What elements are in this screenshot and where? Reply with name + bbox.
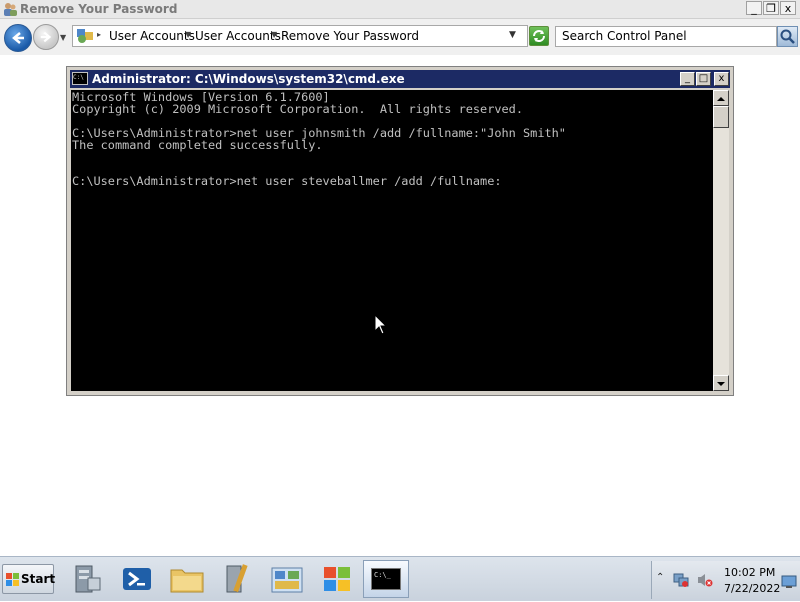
- cmd-title: Administrator: C:\Windows\system32\cmd.e…: [92, 72, 405, 86]
- control-panel-titlebar: Remove Your Password _ ❐ x: [0, 0, 800, 19]
- taskbar-explorer[interactable]: [164, 560, 210, 598]
- control-panel-icon: [271, 567, 303, 593]
- cmd-taskbar-label: C:\_: [374, 571, 391, 579]
- taskbar-server-manager[interactable]: [64, 560, 110, 598]
- clock-date[interactable]: 7/22/2022: [724, 582, 780, 595]
- cmd-close-button[interactable]: x: [714, 72, 729, 86]
- refresh-button[interactable]: [529, 26, 549, 46]
- powershell-icon: [123, 568, 151, 590]
- arrow-down-icon: [717, 382, 725, 386]
- breadcrumb-user-accounts-2[interactable]: User Accounts: [195, 29, 281, 43]
- arrow-left-icon: [12, 32, 24, 44]
- admin-tools-icon: [226, 564, 248, 593]
- cmd-maximize-button[interactable]: □: [696, 72, 711, 86]
- recent-pages-dropdown[interactable]: ▼: [60, 33, 66, 42]
- taskbar-control-panel[interactable]: [264, 560, 310, 598]
- cmd-titlebar[interactable]: C:\ Administrator: C:\Windows\system32\c…: [70, 70, 730, 88]
- cmd-window[interactable]: C:\ Administrator: C:\Windows\system32\c…: [66, 66, 734, 396]
- scroll-down-button[interactable]: [713, 375, 729, 391]
- network-icon[interactable]: [672, 572, 690, 588]
- folder-icon: [170, 569, 204, 593]
- system-tray: ⌃ 10:02 PM 7/22/2022: [651, 561, 800, 599]
- console-line: The command completed successfully.: [72, 138, 323, 152]
- taskbar-admin-tools[interactable]: [214, 560, 260, 598]
- cmd-icon: C:\: [72, 72, 88, 85]
- breadcrumb-remove-password[interactable]: Remove Your Password: [281, 29, 419, 43]
- address-bar[interactable]: ▸ User Accounts ▼ User Accounts ▼ Remove…: [72, 25, 528, 47]
- server-manager-icon: [75, 565, 101, 593]
- start-button[interactable]: Start: [2, 564, 56, 594]
- taskbar-powershell[interactable]: [114, 560, 160, 598]
- clock-time[interactable]: 10:02 PM: [724, 566, 775, 579]
- minimize-button[interactable]: _: [746, 1, 762, 15]
- console-input-line[interactable]: C:\Users\Administrator>net user stevebal…: [72, 175, 502, 187]
- back-button[interactable]: [4, 24, 32, 52]
- close-button[interactable]: x: [780, 1, 796, 15]
- windows-logo-icon: [324, 567, 350, 591]
- control-panel-icon: [77, 29, 93, 43]
- cmd-vertical-scrollbar[interactable]: [713, 90, 729, 391]
- search-button[interactable]: [777, 26, 798, 47]
- console-output[interactable]: Microsoft Windows [Version 6.1.7600] Cop…: [71, 90, 713, 391]
- cmd-taskbar-icon: C:\_: [371, 568, 401, 590]
- refresh-icon: [533, 30, 545, 42]
- taskbar-windows-media[interactable]: [314, 560, 360, 598]
- address-dropdown[interactable]: ▼: [509, 30, 516, 40]
- show-desktop-icon[interactable]: [781, 575, 797, 589]
- cmd-minimize-button[interactable]: _: [680, 72, 695, 86]
- arrow-right-icon: [40, 31, 52, 43]
- mouse-cursor-icon: [374, 314, 388, 335]
- breadcrumb-separator[interactable]: ▼: [271, 30, 277, 39]
- breadcrumb-separator[interactable]: ▼: [185, 30, 191, 39]
- forward-button[interactable]: [33, 24, 59, 50]
- console-line: Copyright (c) 2009 Microsoft Corporation…: [72, 102, 524, 116]
- search-placeholder: Search Control Panel: [562, 29, 687, 43]
- breadcrumb-separator[interactable]: ▸: [97, 30, 101, 39]
- start-label: Start: [21, 572, 56, 586]
- scroll-up-button[interactable]: [713, 90, 729, 106]
- navigation-bar: ▼ ▸ User Accounts ▼ User Accounts ▼ Remo…: [0, 19, 800, 55]
- windows-flag-icon: [6, 573, 19, 586]
- arrow-up-icon: [717, 97, 725, 101]
- breadcrumb-user-accounts[interactable]: User Accounts: [109, 29, 195, 43]
- restore-button[interactable]: ❐: [763, 1, 779, 15]
- show-hidden-icons-button[interactable]: ⌃: [656, 572, 664, 583]
- search-input[interactable]: Search Control Panel: [555, 26, 777, 47]
- taskbar: Start C:\_ ⌃ 10:02 PM 7/22/2022: [0, 556, 800, 601]
- taskbar-cmd[interactable]: C:\_: [363, 560, 409, 598]
- scroll-thumb[interactable]: [713, 106, 729, 128]
- volume-icon[interactable]: [696, 572, 714, 588]
- search-icon: [780, 29, 795, 44]
- users-icon: [4, 3, 17, 16]
- window-title: Remove Your Password: [20, 2, 178, 16]
